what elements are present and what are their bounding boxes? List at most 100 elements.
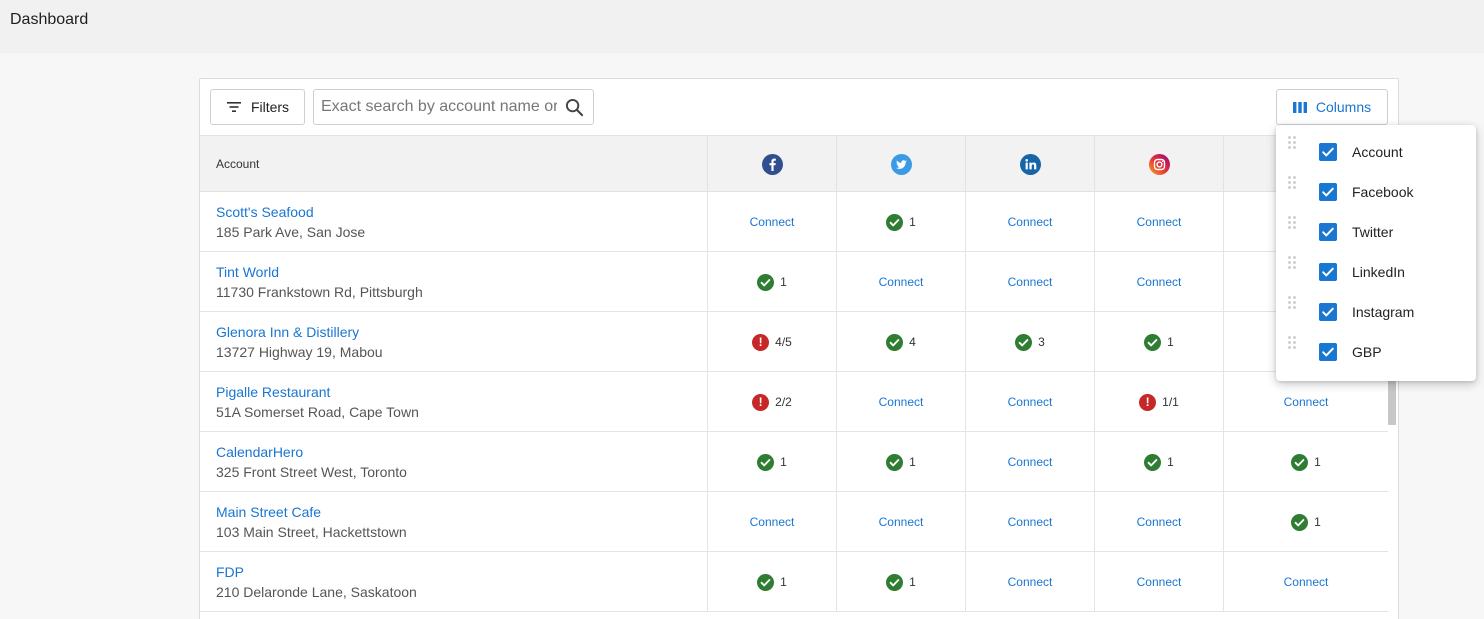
column-toggle-item[interactable]: LinkedIn bbox=[1276, 253, 1476, 293]
table-header: Account bbox=[200, 135, 1398, 192]
error-status[interactable]: ! 2/2 bbox=[752, 393, 792, 411]
connected-status[interactable]: 1 bbox=[1291, 513, 1321, 531]
account-address: 13727 Highway 19, Mabou bbox=[216, 344, 383, 360]
account-name-link[interactable]: Scott's Seafood bbox=[216, 202, 314, 222]
connected-count: 1 bbox=[1314, 515, 1321, 529]
column-header-linkedin[interactable] bbox=[966, 136, 1095, 192]
check-circle-icon bbox=[886, 213, 904, 231]
column-toggle-item[interactable]: Instagram bbox=[1276, 293, 1476, 333]
connected-status[interactable]: 1 bbox=[1144, 453, 1174, 471]
check-circle-icon bbox=[757, 273, 775, 291]
alert-circle-icon: ! bbox=[752, 333, 770, 351]
account-name-link[interactable]: Pigalle Restaurant bbox=[216, 382, 330, 402]
connected-status[interactable]: 1 bbox=[1144, 333, 1174, 351]
column-toggle-label: GBP bbox=[1352, 344, 1382, 360]
alert-circle-icon: ! bbox=[1139, 393, 1157, 411]
drag-handle-icon[interactable] bbox=[1288, 293, 1296, 309]
connected-count: 1 bbox=[909, 575, 916, 589]
connected-status[interactable]: 1 bbox=[1291, 453, 1321, 471]
connect-link[interactable]: Connect bbox=[1008, 455, 1053, 469]
connected-status[interactable]: 1 bbox=[757, 453, 787, 471]
status-cell: Connect bbox=[966, 492, 1095, 552]
status-cell: Connect bbox=[708, 192, 837, 252]
account-name-link[interactable]: CalendarHero bbox=[216, 442, 303, 462]
status-cell: Connect bbox=[1095, 552, 1224, 612]
checkbox-checked-icon[interactable] bbox=[1319, 343, 1337, 361]
status-cell: Connect bbox=[1224, 372, 1388, 432]
check-circle-icon bbox=[886, 573, 904, 591]
scrollbar-thumb[interactable] bbox=[1388, 379, 1396, 425]
column-header-account[interactable]: Account bbox=[200, 136, 708, 192]
column-toggle-item[interactable]: Facebook bbox=[1276, 173, 1476, 213]
account-name-link[interactable]: Glenora Inn & Distillery bbox=[216, 322, 359, 342]
account-cell: Tint World 11730 Frankstown Rd, Pittsburg… bbox=[200, 252, 708, 312]
connect-link[interactable]: Connect bbox=[1137, 575, 1182, 589]
instagram-icon bbox=[1148, 153, 1170, 175]
column-header-twitter[interactable] bbox=[837, 136, 966, 192]
connected-status[interactable]: 1 bbox=[757, 573, 787, 591]
check-circle-icon bbox=[1291, 453, 1309, 471]
error-status[interactable]: ! 1/1 bbox=[1139, 393, 1179, 411]
table-row: Pigalle Restaurant 51A Somerset Road, Cap… bbox=[200, 372, 1388, 432]
connected-count: 3 bbox=[1038, 335, 1045, 349]
connected-status[interactable]: 1 bbox=[886, 453, 916, 471]
search-icon[interactable] bbox=[565, 98, 584, 117]
connected-status[interactable]: 1 bbox=[886, 573, 916, 591]
connect-link[interactable]: Connect bbox=[1284, 575, 1329, 589]
table-row: CalendarHero 325 Front Street West, Toron… bbox=[200, 432, 1388, 492]
connect-link[interactable]: Connect bbox=[879, 275, 924, 289]
columns-button[interactable]: Columns bbox=[1276, 89, 1388, 125]
account-address: 11730 Frankstown Rd, Pittsburgh bbox=[216, 284, 423, 300]
connect-link[interactable]: Connect bbox=[1008, 215, 1053, 229]
connect-link[interactable]: Connect bbox=[879, 515, 924, 529]
connect-link[interactable]: Connect bbox=[750, 215, 795, 229]
filters-button[interactable]: Filters bbox=[210, 89, 305, 125]
connected-status[interactable]: 1 bbox=[886, 213, 916, 231]
checkbox-checked-icon[interactable] bbox=[1319, 143, 1337, 161]
connect-link[interactable]: Connect bbox=[1008, 395, 1053, 409]
connected-status[interactable]: 1 bbox=[757, 273, 787, 291]
error-status[interactable]: ! 4/5 bbox=[752, 333, 792, 351]
column-toggle-item[interactable]: Twitter bbox=[1276, 213, 1476, 253]
connect-link[interactable]: Connect bbox=[1008, 275, 1053, 289]
account-name-link[interactable]: Main Street Cafe bbox=[216, 502, 321, 522]
connected-status[interactable]: 4 bbox=[886, 333, 916, 351]
column-toggle-item[interactable]: GBP bbox=[1276, 333, 1476, 373]
connected-count: 4 bbox=[909, 335, 916, 349]
connected-status[interactable]: 3 bbox=[1015, 333, 1045, 351]
connect-link[interactable]: Connect bbox=[750, 515, 795, 529]
column-toggle-item[interactable]: Account bbox=[1276, 133, 1476, 173]
connected-count: 1 bbox=[1167, 455, 1174, 469]
drag-handle-icon[interactable] bbox=[1288, 253, 1296, 269]
connect-link[interactable]: Connect bbox=[879, 395, 924, 409]
status-cell: ! 1/1 bbox=[1095, 372, 1224, 432]
drag-handle-icon[interactable] bbox=[1288, 173, 1296, 189]
search-input[interactable] bbox=[321, 97, 557, 117]
checkbox-checked-icon[interactable] bbox=[1319, 303, 1337, 321]
connect-link[interactable]: Connect bbox=[1137, 515, 1182, 529]
table-row: Glenora Inn & Distillery 13727 Highway 19… bbox=[200, 312, 1388, 372]
checkbox-checked-icon[interactable] bbox=[1319, 263, 1337, 281]
status-cell: 4 bbox=[837, 312, 966, 372]
connect-link[interactable]: Connect bbox=[1008, 575, 1053, 589]
checkbox-checked-icon[interactable] bbox=[1319, 183, 1337, 201]
column-header-facebook[interactable] bbox=[708, 136, 837, 192]
column-toggle-label: Twitter bbox=[1352, 224, 1394, 240]
connect-link[interactable]: Connect bbox=[1008, 515, 1053, 529]
connect-link[interactable]: Connect bbox=[1137, 215, 1182, 229]
drag-handle-icon[interactable] bbox=[1288, 213, 1296, 229]
status-cell: Connect bbox=[837, 492, 966, 552]
status-cell: 1 bbox=[837, 552, 966, 612]
account-name-link[interactable]: Tint World bbox=[216, 262, 279, 282]
status-cell: Connect bbox=[837, 252, 966, 312]
checkbox-checked-icon[interactable] bbox=[1319, 223, 1337, 241]
connect-link[interactable]: Connect bbox=[1284, 395, 1329, 409]
error-count: 1/1 bbox=[1162, 395, 1179, 409]
check-circle-icon bbox=[1291, 513, 1309, 531]
drag-handle-icon[interactable] bbox=[1288, 333, 1296, 349]
column-header-instagram[interactable] bbox=[1095, 136, 1224, 192]
account-name-link[interactable]: FDP bbox=[216, 562, 244, 582]
check-circle-icon bbox=[1144, 333, 1162, 351]
drag-handle-icon[interactable] bbox=[1288, 133, 1296, 149]
connect-link[interactable]: Connect bbox=[1137, 275, 1182, 289]
